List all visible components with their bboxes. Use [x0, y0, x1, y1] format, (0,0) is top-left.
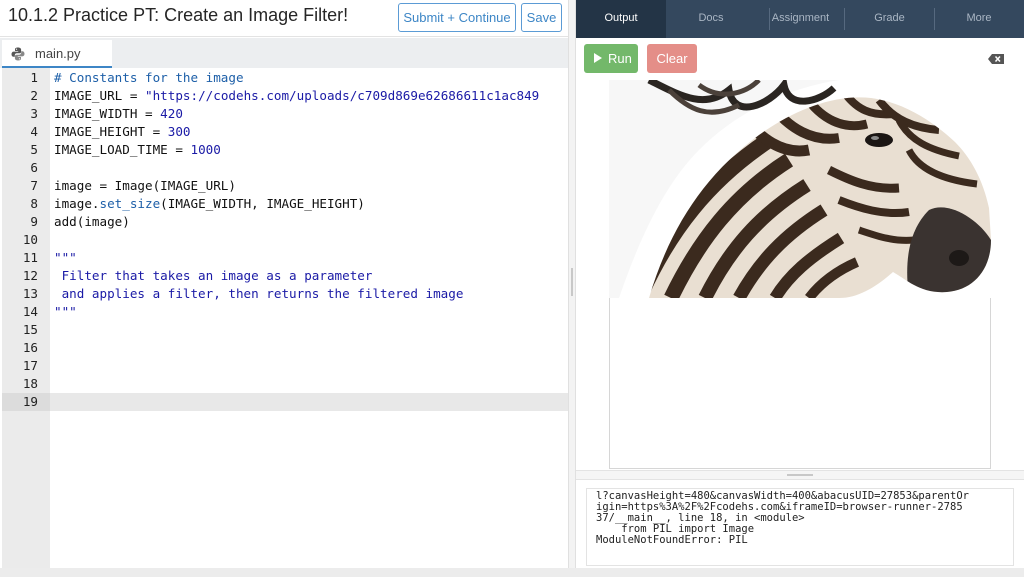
code-token: set_size [99, 196, 161, 211]
file-tab-bar: main.py [0, 38, 568, 68]
code-line[interactable] [54, 339, 568, 357]
line-number: 4 [30, 124, 38, 139]
code-token: # Constants for the image [54, 70, 244, 85]
tab-grade[interactable]: Grade [845, 0, 934, 38]
console-resize-handle[interactable] [576, 470, 1024, 480]
run-label: Run [608, 51, 632, 66]
line-number: 18 [22, 376, 38, 391]
python-icon [11, 47, 25, 61]
code-token: image. [54, 196, 100, 211]
code-line[interactable]: image = Image(IMAGE_URL) [54, 177, 568, 195]
line-number: 15 [22, 322, 38, 337]
tab-docs[interactable]: Docs [666, 0, 756, 38]
code-line[interactable] [54, 321, 568, 339]
code-line[interactable] [54, 393, 568, 411]
line-number: 2 [30, 88, 38, 103]
line-number: 9 [30, 214, 38, 229]
zebra-image [609, 80, 991, 298]
code-line[interactable]: add(image) [54, 213, 568, 231]
code-token: image = Image(IMAGE_URL) [54, 178, 236, 193]
code-line[interactable]: """ [54, 249, 568, 267]
code-editor[interactable]: 1 2 3 4 5 6 7 8 9 10 11 12 13 14 15 16 17 18 19 # Constant… [0, 68, 568, 568]
line-number: 3 [30, 106, 38, 121]
tab-assignment[interactable]: Assignment [756, 0, 845, 38]
code-area[interactable]: # Constants for the image IMAGE_URL = "ht… [50, 68, 568, 568]
page-title: 10.1.2 Practice PT: Create an Image Filt… [8, 5, 349, 25]
code-line[interactable]: and applies a filter, then returns the f… [54, 285, 568, 303]
code-token: 420 [160, 106, 183, 121]
save-button[interactable]: Save [521, 3, 562, 32]
editor-panel: 10.1.2 Practice PT: Create an Image Filt… [0, 0, 568, 577]
line-number-gutter: 1 2 3 4 5 6 7 8 9 10 11 12 13 14 15 16 17 18 19 [2, 68, 50, 568]
line-number: 16 [22, 340, 38, 355]
console-output: l?canvasHeight=480&canvasWidth=400&abacu… [586, 488, 1014, 566]
assignment-header: 10.1.2 Practice PT: Create an Image Filt… [0, 0, 568, 37]
right-tab-bar: Output Docs Assignment Grade More [576, 0, 1024, 38]
code-line[interactable]: IMAGE_WIDTH = 420 [54, 105, 568, 123]
backspace-icon[interactable] [988, 54, 1004, 64]
code-token: add(image) [54, 214, 130, 229]
file-tab-main-py[interactable]: main.py [2, 40, 112, 68]
code-token: 300 [167, 124, 191, 139]
panel-resize-handle[interactable] [568, 0, 576, 577]
code-line[interactable] [54, 375, 568, 393]
code-line[interactable]: Filter that takes an image as a paramete… [54, 267, 568, 285]
code-line[interactable]: # Constants for the image [54, 69, 568, 87]
code-token: 1000 [190, 142, 221, 157]
console-line: ModuleNotFoundError: PIL [596, 534, 748, 546]
code-line[interactable] [54, 231, 568, 249]
play-icon [594, 53, 602, 63]
resize-grip [571, 268, 573, 296]
code-token: IMAGE_URL = [54, 88, 145, 103]
code-token: """ [54, 304, 77, 319]
code-line[interactable]: IMAGE_HEIGHT = 300 [54, 123, 568, 141]
output-panel: Output Docs Assignment Grade More Run Cl… [576, 0, 1024, 577]
code-token: Filter that takes an image as a paramete… [54, 268, 373, 283]
file-tab-label: main.py [35, 46, 81, 61]
tab-more[interactable]: More [934, 0, 1024, 38]
code-token: IMAGE_HEIGHT = [54, 124, 168, 139]
tab-output[interactable]: Output [576, 0, 666, 38]
code-token: IMAGE_LOAD_TIME = [54, 142, 191, 157]
line-number: 11 [22, 250, 38, 265]
line-number: 6 [30, 160, 38, 175]
code-line[interactable] [54, 159, 568, 177]
code-line[interactable] [54, 357, 568, 375]
resize-grip [787, 474, 813, 476]
code-token: "https://codehs.com/uploads/c709d869e626… [145, 88, 540, 103]
code-token: (IMAGE_WIDTH, IMAGE_HEIGHT) [160, 196, 365, 211]
code-token: IMAGE_WIDTH = [54, 106, 161, 121]
line-number: 19 [2, 393, 50, 411]
submit-continue-button[interactable]: Submit + Continue [398, 3, 516, 32]
line-number: 5 [30, 142, 38, 157]
code-line[interactable]: """ [54, 303, 568, 321]
code-token: and applies a filter, then returns the f… [54, 286, 464, 301]
bottom-scrollbar[interactable] [0, 568, 1024, 577]
line-number: 13 [22, 286, 38, 301]
line-number: 10 [22, 232, 38, 247]
line-number: 17 [22, 358, 38, 373]
line-number: 12 [22, 268, 38, 283]
clear-button[interactable]: Clear [647, 44, 697, 73]
line-number: 7 [30, 178, 38, 193]
code-token: """ [54, 250, 77, 265]
line-number: 1 [30, 70, 38, 85]
code-line[interactable]: IMAGE_LOAD_TIME = 1000 [54, 141, 568, 159]
code-line[interactable]: IMAGE_URL = "https://codehs.com/uploads/… [54, 87, 568, 105]
line-number: 14 [22, 304, 38, 319]
code-line[interactable]: image.set_size(IMAGE_WIDTH, IMAGE_HEIGHT… [54, 195, 568, 213]
run-button[interactable]: Run [584, 44, 638, 73]
line-number: 8 [30, 196, 38, 211]
